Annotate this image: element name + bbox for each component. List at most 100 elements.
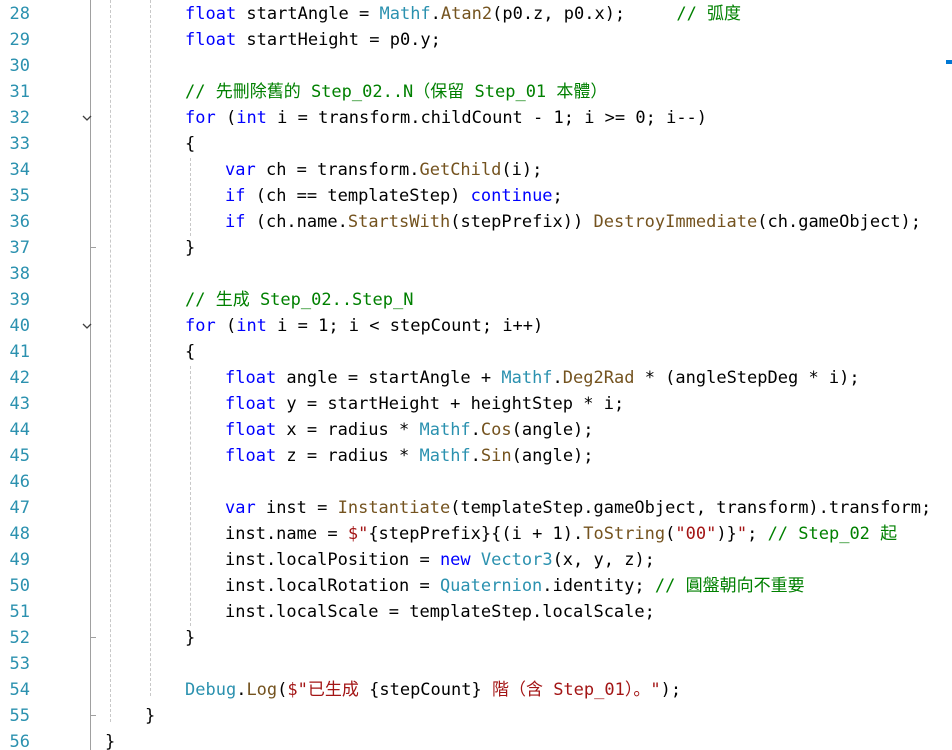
code-line[interactable]: 47 var inst = Instantiate(templateStep.ga…	[0, 495, 952, 521]
code-line[interactable]: 39 // 生成 Step_02..Step_N	[0, 287, 952, 313]
code-token: StartsWith	[347, 212, 451, 232]
code-line[interactable]: 40 for (int i = 1; i < stepCount; i++)	[0, 313, 952, 339]
fold-chevron-icon[interactable]	[82, 113, 92, 123]
line-number: 43	[9, 394, 30, 414]
code-token: ch = transform.	[255, 160, 420, 180]
code-line[interactable]: 34 var ch = transform.GetChild(i);	[0, 157, 952, 183]
code-token: z = radius *	[276, 446, 420, 466]
code-token: "00"	[675, 524, 717, 544]
code-text: Debug.Log($"已生成 {stepCount} 階（含 Step_01）…	[185, 677, 681, 703]
code-text: float y = startHeight + heightStep * i;	[225, 391, 624, 417]
code-token: Mathf	[501, 368, 553, 388]
code-token: int	[236, 316, 267, 336]
code-line[interactable]: 43 float y = startHeight + heightStep * i…	[0, 391, 952, 417]
line-number: 40	[9, 316, 30, 336]
code-token: y = startHeight + heightStep * i;	[276, 394, 625, 414]
code-line[interactable]: 42 float angle = startAngle + Mathf.Deg2R…	[0, 365, 952, 391]
code-text: float startAngle = Mathf.Atan2(p0.z, p0.…	[185, 1, 741, 27]
code-token: float	[225, 394, 277, 414]
code-token: .	[470, 420, 481, 440]
code-token: .identity;	[542, 576, 655, 596]
code-token: }	[185, 238, 196, 258]
code-token: (i);	[501, 160, 543, 180]
code-line[interactable]: 37}	[0, 235, 952, 261]
code-line[interactable]: 56}	[0, 729, 952, 750]
code-token: Mathf	[419, 420, 471, 440]
code-text: }	[185, 625, 195, 651]
code-text: {	[185, 339, 195, 365]
code-token: ToString	[583, 524, 666, 544]
code-token: $"已生成	[287, 680, 370, 700]
code-line[interactable]: 49 inst.localPosition = new Vector3(x, y,…	[0, 547, 952, 573]
code-token: (	[665, 524, 676, 544]
code-text: var ch = transform.GetChild(i);	[225, 157, 542, 183]
code-token: ;	[747, 524, 768, 544]
line-number: 51	[9, 602, 30, 622]
code-line[interactable]: 36 if (ch.name.StartsWith(stepPrefix)) De…	[0, 209, 952, 235]
code-line[interactable]: 54 Debug.Log($"已生成 {stepCount} 階（含 Step_0…	[0, 677, 952, 703]
code-token: angle = startAngle +	[276, 368, 502, 388]
line-number: 46	[9, 472, 30, 492]
line-number: 41	[9, 342, 30, 362]
code-text: if (ch == templateStep) continue;	[225, 183, 563, 209]
code-line[interactable]: 52}	[0, 625, 952, 651]
line-number: 38	[9, 264, 30, 284]
code-line[interactable]: 51 inst.localScale = templateStep.localSc…	[0, 599, 952, 625]
code-token: for	[185, 316, 216, 336]
fold-chevron-icon[interactable]	[82, 321, 92, 331]
code-token: float	[225, 368, 277, 388]
code-editor[interactable]: 28 float startAngle = Mathf.Atan2(p0.z, p…	[0, 0, 952, 750]
line-number: 31	[9, 82, 30, 102]
code-line[interactable]: 28 float startAngle = Mathf.Atan2(p0.z, p…	[0, 1, 952, 27]
code-line[interactable]: 33 {	[0, 131, 952, 157]
code-token: .	[236, 680, 247, 700]
code-line[interactable]: 50 inst.localRotation = Quaternion.identi…	[0, 573, 952, 599]
code-line[interactable]: 45 float z = radius * Mathf.Sin(angle);	[0, 443, 952, 469]
code-token: Mathf	[379, 4, 431, 24]
code-line[interactable]: 29 float startHeight = p0.y;	[0, 27, 952, 53]
fold-end-tick	[90, 715, 96, 716]
code-token: (ch == templateStep)	[245, 186, 471, 206]
line-number: 45	[9, 446, 30, 466]
line-number: 54	[9, 680, 30, 700]
code-text: var inst = Instantiate(templateStep.game…	[225, 495, 931, 521]
code-token: {stepPrefix}{(i + 1).	[368, 524, 584, 544]
code-token: {	[185, 134, 196, 154]
code-line[interactable]: 30	[0, 53, 952, 79]
code-token: .	[552, 368, 563, 388]
code-line[interactable]: 35 if (ch == templateStep) continue;	[0, 183, 952, 209]
code-token: inst.localPosition =	[225, 550, 440, 570]
line-number: 47	[9, 498, 30, 518]
code-line[interactable]: 44 float x = radius * Mathf.Cos(angle);	[0, 417, 952, 443]
code-line[interactable]: 32 for (int i = transform.childCount - 1;…	[0, 105, 952, 131]
code-token: (ch.gameObject);	[757, 212, 922, 232]
code-token: var	[225, 160, 256, 180]
code-token: (angle);	[511, 446, 594, 466]
code-token: {	[185, 342, 196, 362]
code-token: 階（含 Step_01）。"	[481, 680, 661, 700]
code-token: inst.localRotation =	[225, 576, 440, 596]
code-token: i = transform.childCount - 1; i >= 0; i-…	[266, 108, 708, 128]
code-line[interactable]: 41 {	[0, 339, 952, 365]
code-text: // 生成 Step_02..Step_N	[185, 287, 413, 313]
code-token: (stepPrefix))	[450, 212, 594, 232]
code-token: startHeight = p0.y;	[236, 30, 441, 50]
code-token: x = radius *	[276, 420, 420, 440]
line-number: 29	[9, 30, 30, 50]
line-number: 56	[9, 732, 30, 750]
code-line[interactable]: 31 // 先刪除舊的 Step_02..N（保留 Step_01 本體）	[0, 79, 952, 105]
line-number: 53	[9, 654, 30, 674]
code-text: for (int i = transform.childCount - 1; i…	[185, 105, 707, 131]
code-line[interactable]: 55}	[0, 703, 952, 729]
code-line[interactable]: 46	[0, 469, 952, 495]
code-line[interactable]: 48 inst.name = $"{stepPrefix}{(i + 1).ToS…	[0, 521, 952, 547]
code-token: {stepCount}	[369, 680, 482, 700]
code-text: }	[185, 235, 195, 261]
code-text: // 先刪除舊的 Step_02..N（保留 Step_01 本體）	[185, 79, 607, 105]
line-number: 48	[9, 524, 30, 544]
code-line[interactable]: 53	[0, 651, 952, 677]
code-token: startAngle =	[236, 4, 380, 24]
code-token: Vector3	[480, 550, 553, 570]
code-line[interactable]: 38	[0, 261, 952, 287]
code-token: inst =	[255, 498, 338, 518]
